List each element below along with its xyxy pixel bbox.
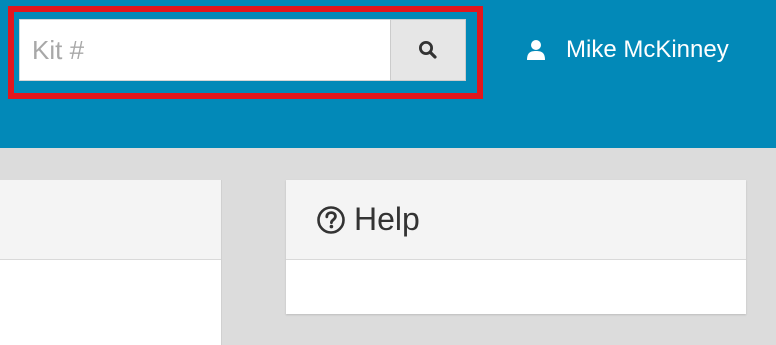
main-panel-header xyxy=(0,180,221,260)
help-panel-title: Help xyxy=(354,201,420,237)
help-panel-header: Help xyxy=(286,180,746,260)
search-highlight-box xyxy=(8,6,483,99)
user-name: Mike McKinney xyxy=(566,36,729,63)
user-menu-link[interactable]: Mike McKinney xyxy=(526,30,729,70)
question-circle-icon xyxy=(316,205,346,235)
help-panel: Help xyxy=(286,180,746,314)
user-icon xyxy=(526,39,546,61)
main-panel xyxy=(0,180,222,345)
